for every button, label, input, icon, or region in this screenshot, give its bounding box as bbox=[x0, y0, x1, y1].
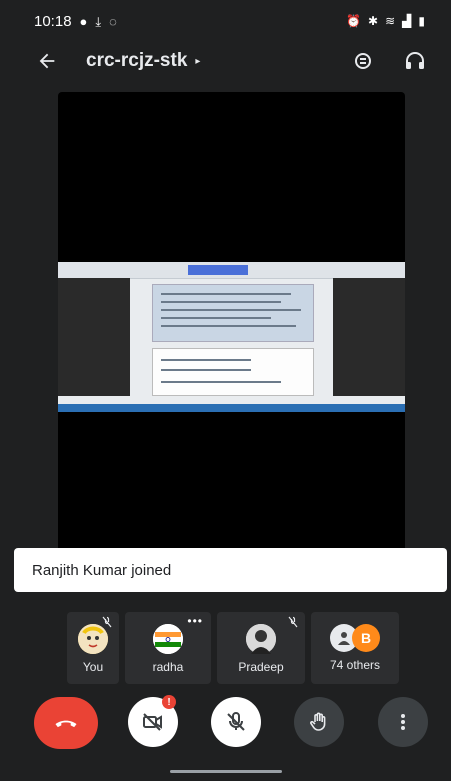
shared-dark-panel-left bbox=[58, 278, 130, 396]
caret-right-icon: ▸ bbox=[195, 55, 201, 67]
shared-document-page bbox=[152, 284, 314, 342]
signal-icon: ▟ bbox=[402, 14, 412, 28]
mic-off-icon bbox=[227, 711, 245, 731]
sync-icon: ◌ bbox=[109, 13, 117, 29]
status-right: ⏰ ✱ ≋ ▟ ▮ bbox=[346, 14, 425, 28]
shared-taskbar bbox=[58, 404, 405, 412]
status-bar: 10:18 ● ⤓ ◌ ⏰ ✱ ≋ ▟ ▮ bbox=[0, 0, 451, 42]
shared-table-page bbox=[152, 348, 314, 396]
app-bar: crc-rcjz-stk ▸ bbox=[0, 42, 451, 80]
avatar: B bbox=[352, 624, 380, 652]
switch-camera-icon bbox=[355, 53, 371, 69]
call-controls: ! bbox=[0, 695, 451, 749]
participant-tile-pradeep[interactable]: Pradeep bbox=[217, 612, 305, 684]
participant-tile-you[interactable]: You bbox=[67, 612, 119, 684]
switch-camera-button[interactable] bbox=[351, 49, 375, 73]
headphones-icon bbox=[406, 52, 424, 69]
participant-name: Pradeep bbox=[238, 660, 284, 674]
camera-warning-badge: ! bbox=[162, 695, 176, 709]
end-call-button[interactable] bbox=[34, 697, 98, 749]
whatsapp-icon: ● bbox=[79, 13, 88, 29]
meeting-title[interactable]: crc-rcjz-stk ▸ bbox=[86, 50, 200, 72]
more-options-button[interactable] bbox=[378, 697, 428, 747]
alarm-icon: ⏰ bbox=[346, 14, 362, 28]
camera-toggle-button[interactable]: ! bbox=[128, 695, 178, 747]
avatar bbox=[78, 624, 108, 654]
raise-hand-button[interactable] bbox=[294, 697, 344, 747]
download-icon: ⤓ bbox=[95, 13, 102, 29]
shared-dark-panel-right bbox=[333, 278, 405, 396]
cartoon-avatar-icon bbox=[78, 624, 108, 654]
wifi-icon: ≋ bbox=[385, 14, 396, 28]
others-avatar-stack: B bbox=[330, 624, 380, 652]
end-call-icon bbox=[55, 720, 77, 728]
flag-avatar-icon bbox=[153, 624, 183, 654]
avatar bbox=[246, 624, 276, 654]
participant-tile-others[interactable]: B 74 others bbox=[311, 612, 399, 684]
avatar bbox=[153, 624, 183, 654]
app-bar-actions bbox=[351, 49, 427, 73]
participant-name: radha bbox=[152, 660, 184, 674]
raise-hand-icon bbox=[310, 712, 326, 731]
screen-share-thumbnail bbox=[58, 262, 405, 412]
main-video-tile[interactable] bbox=[58, 92, 405, 552]
home-indicator[interactable] bbox=[170, 770, 282, 773]
camera-off-icon bbox=[143, 713, 162, 731]
more-options-icon[interactable]: ••• bbox=[187, 614, 203, 628]
mic-off-icon bbox=[288, 616, 298, 628]
more-vert-icon bbox=[401, 714, 405, 730]
battery-icon: ▮ bbox=[418, 14, 425, 28]
status-time: 10:18 bbox=[34, 12, 72, 30]
participant-tile-radha[interactable]: ••• radha bbox=[125, 612, 211, 684]
meeting-code: crc-rcjz-stk bbox=[86, 50, 188, 71]
toast-message: Ranjith Kumar joined bbox=[32, 561, 172, 579]
status-left: 10:18 ● ⤓ ◌ bbox=[34, 13, 117, 30]
participant-name: You bbox=[82, 660, 104, 674]
back-arrow-icon[interactable] bbox=[36, 50, 58, 72]
participant-name: 74 others bbox=[329, 658, 381, 672]
bluetooth-icon: ✱ bbox=[368, 14, 379, 28]
mic-toggle-button[interactable] bbox=[211, 697, 261, 747]
join-notification-toast: Ranjith Kumar joined bbox=[14, 548, 447, 592]
photo-avatar-icon bbox=[246, 624, 276, 654]
participant-strip: You ••• radha Pradeep B 74 others bbox=[67, 612, 399, 684]
mic-off-icon bbox=[102, 616, 112, 628]
shared-browser-tab bbox=[188, 265, 248, 275]
person-icon bbox=[338, 632, 350, 645]
audio-output-button[interactable] bbox=[403, 49, 427, 73]
